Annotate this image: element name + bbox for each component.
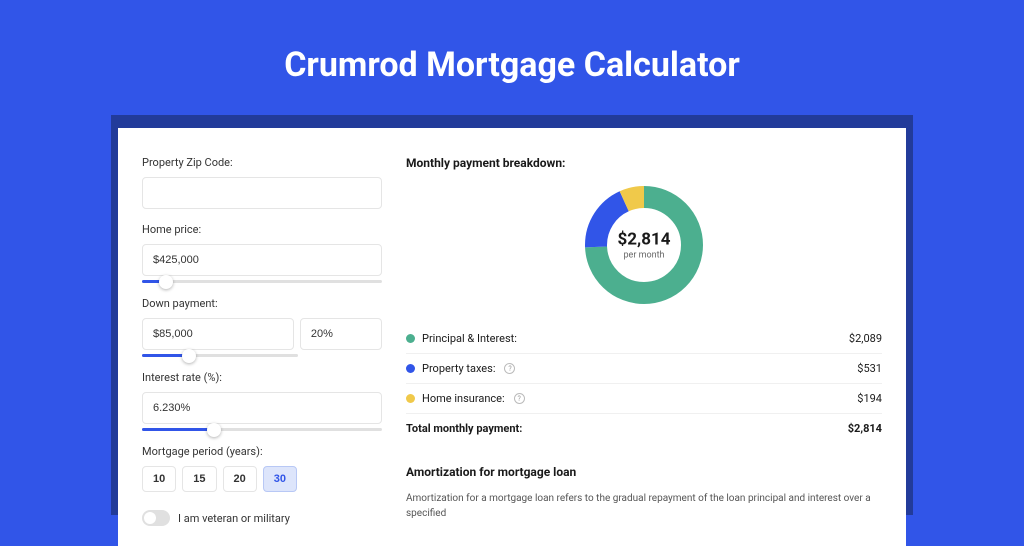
legend-label-taxes: Property taxes: xyxy=(422,362,495,375)
legend-value-insurance: $194 xyxy=(857,392,882,405)
legend-dot-principal xyxy=(406,334,415,343)
legend-value-principal: $2,089 xyxy=(849,332,882,345)
down-payment-group: Down payment: xyxy=(142,297,382,357)
amortization-text: Amortization for a mortgage loan refers … xyxy=(406,491,882,521)
amortization-title: Amortization for mortgage loan xyxy=(406,465,882,479)
zip-input[interactable] xyxy=(142,177,382,209)
veteran-toggle-label: I am veteran or military xyxy=(178,512,290,525)
mortgage-period-group: Mortgage period (years): 10 15 20 30 xyxy=(142,445,382,492)
period-10-button[interactable]: 10 xyxy=(142,466,176,492)
down-payment-slider[interactable] xyxy=(142,354,298,357)
down-payment-pct-input[interactable] xyxy=(300,318,382,350)
legend-dot-taxes xyxy=(406,364,415,373)
interest-rate-label: Interest rate (%): xyxy=(142,371,382,384)
breakdown-column: Monthly payment breakdown: $2,814 per mo… xyxy=(406,156,882,526)
breakdown-title: Monthly payment breakdown: xyxy=(406,156,882,170)
legend-label-principal: Principal & Interest: xyxy=(422,332,517,345)
legend-row-principal: Principal & Interest: $2,089 xyxy=(406,324,882,354)
legend-value-total: $2,814 xyxy=(848,422,882,435)
legend-row-total: Total monthly payment: $2,814 xyxy=(406,414,882,443)
veteran-toggle[interactable] xyxy=(142,510,170,526)
home-price-slider-thumb[interactable] xyxy=(159,275,173,289)
donut-chart: $2,814 per month xyxy=(583,184,705,306)
period-20-button[interactable]: 20 xyxy=(223,466,257,492)
page-title: Crumrod Mortgage Calculator xyxy=(0,0,1024,113)
period-button-group: 10 15 20 30 xyxy=(142,466,382,492)
legend-row-insurance: Home insurance: ? $194 xyxy=(406,384,882,414)
calculator-card: Property Zip Code: Home price: Down paym… xyxy=(118,128,906,546)
interest-rate-slider-thumb[interactable] xyxy=(207,423,221,437)
donut-chart-wrap: $2,814 per month xyxy=(406,184,882,306)
help-icon[interactable]: ? xyxy=(504,363,515,374)
down-payment-input[interactable] xyxy=(142,318,294,350)
home-price-group: Home price: xyxy=(142,223,382,283)
legend-value-taxes: $531 xyxy=(857,362,882,375)
interest-rate-group: Interest rate (%): xyxy=(142,371,382,431)
mortgage-period-label: Mortgage period (years): xyxy=(142,445,382,458)
interest-rate-slider[interactable] xyxy=(142,428,382,431)
period-15-button[interactable]: 15 xyxy=(182,466,216,492)
zip-label: Property Zip Code: xyxy=(142,156,382,169)
veteran-toggle-row: I am veteran or military xyxy=(142,510,382,526)
donut-sub: per month xyxy=(618,251,671,261)
legend-dot-insurance xyxy=(406,394,415,403)
home-price-label: Home price: xyxy=(142,223,382,236)
legend-row-taxes: Property taxes: ? $531 xyxy=(406,354,882,384)
legend-label-total: Total monthly payment: xyxy=(406,422,522,435)
amortization-section: Amortization for mortgage loan Amortizat… xyxy=(406,465,882,521)
legend-label-insurance: Home insurance: xyxy=(422,392,505,405)
help-icon[interactable]: ? xyxy=(514,393,525,404)
donut-center: $2,814 per month xyxy=(618,230,671,261)
home-price-slider[interactable] xyxy=(142,280,382,283)
down-payment-slider-thumb[interactable] xyxy=(182,349,196,363)
input-column: Property Zip Code: Home price: Down paym… xyxy=(142,156,382,526)
veteran-toggle-thumb xyxy=(144,512,156,524)
zip-field-group: Property Zip Code: xyxy=(142,156,382,209)
donut-amount: $2,814 xyxy=(618,230,671,250)
down-payment-label: Down payment: xyxy=(142,297,382,310)
interest-rate-input[interactable] xyxy=(142,392,382,424)
period-30-button[interactable]: 30 xyxy=(263,466,297,492)
home-price-input[interactable] xyxy=(142,244,382,276)
